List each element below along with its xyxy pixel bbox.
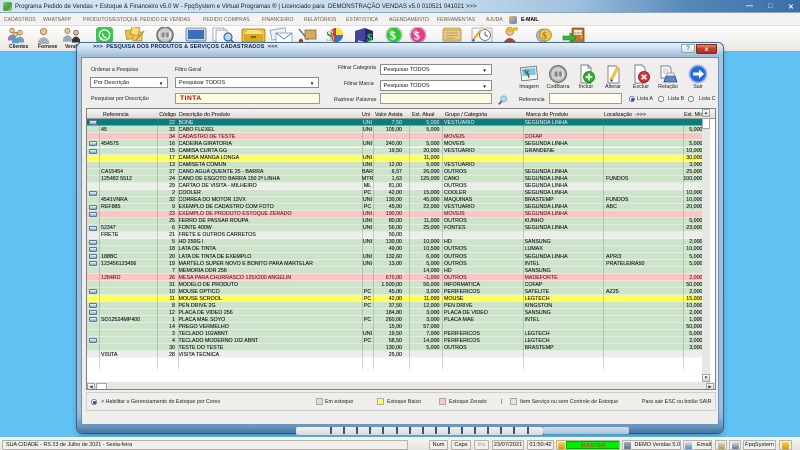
svg-text:$: $	[390, 29, 396, 43]
svg-text:$: $	[542, 31, 547, 42]
svg-text:$: $	[414, 29, 420, 43]
svg-text:$: $	[326, 28, 334, 44]
svg-text:EXIT: EXIT	[575, 32, 584, 36]
